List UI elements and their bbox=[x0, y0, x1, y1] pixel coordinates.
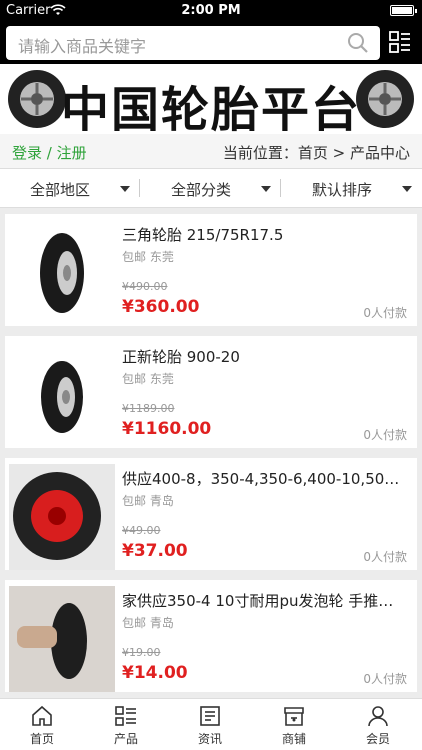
chevron-down-icon bbox=[120, 186, 130, 192]
tire-right-icon bbox=[354, 68, 416, 134]
divider bbox=[139, 179, 140, 197]
product-sales-count: 0人付款 bbox=[363, 550, 407, 564]
product-shipping-location: 包邮 东莞 bbox=[122, 372, 174, 386]
tab-news-label: 资讯 bbox=[197, 732, 222, 746]
tab-home[interactable]: 首页 bbox=[0, 699, 84, 750]
menu-grid-icon[interactable] bbox=[389, 31, 411, 57]
tab-member-label: 会员 bbox=[365, 732, 390, 746]
product-item[interactable]: 家供应350-4 10寸耐用pu发泡轮 手推车... 包邮 青岛 ¥19.00 … bbox=[5, 580, 417, 692]
product-price: ¥37.00 bbox=[122, 541, 188, 561]
filter-region-label: 全部地区 bbox=[29, 181, 90, 199]
filter-bar: 全部地区 全部分类 默认排序 bbox=[0, 168, 422, 208]
filter-category[interactable]: 全部分类 bbox=[141, 169, 281, 207]
tab-shop-label: 商铺 bbox=[281, 732, 306, 746]
battery-icon bbox=[390, 5, 417, 16]
product-list: 三角轮胎 215/75R17.5 包邮 东莞 ¥490.00 ¥360.00 0… bbox=[0, 208, 422, 698]
product-image bbox=[9, 220, 115, 326]
product-image bbox=[9, 586, 115, 692]
product-title: 三角轮胎 215/75R17.5 bbox=[122, 226, 284, 244]
tab-shop[interactable]: 商铺 bbox=[252, 699, 336, 750]
breadcrumb: 当前位置：首页 > 产品中心 bbox=[222, 144, 410, 162]
search-input[interactable]: 请输入商品关键字 bbox=[6, 26, 380, 60]
app-root: Carrier 2:00 PM 请输入商品关键字 中国轮胎平台 登录 / 注册 … bbox=[0, 0, 422, 750]
divider bbox=[280, 179, 281, 197]
product-list-icon bbox=[115, 705, 137, 731]
chevron-down-icon bbox=[402, 186, 412, 192]
product-shipping-location: 包邮 青岛 bbox=[122, 616, 174, 630]
product-item[interactable]: 三角轮胎 215/75R17.5 包邮 东莞 ¥490.00 ¥360.00 0… bbox=[5, 214, 417, 326]
banner: 中国轮胎平台 bbox=[0, 64, 422, 138]
product-title: 供应400-8，350-4,350-6,400-10,500-12... bbox=[122, 470, 407, 488]
tab-member[interactable]: 会员 bbox=[336, 699, 420, 750]
product-sales-count: 0人付款 bbox=[363, 428, 407, 442]
search-placeholder: 请输入商品关键字 bbox=[18, 37, 147, 56]
product-item[interactable]: 正新轮胎 900-20 包邮 东莞 ¥1189.00 ¥1160.00 0人付款 bbox=[5, 336, 417, 448]
filter-sort[interactable]: 默认排序 bbox=[282, 169, 422, 207]
tab-products[interactable]: 产品 bbox=[84, 699, 168, 750]
tab-products-label: 产品 bbox=[113, 732, 138, 746]
product-original-price: ¥1189.00 bbox=[122, 402, 175, 415]
search-icon[interactable] bbox=[346, 31, 370, 59]
tab-bar: 首页 产品 资讯 商铺 会员 bbox=[0, 698, 422, 750]
product-title: 家供应350-4 10寸耐用pu发泡轮 手推车... bbox=[122, 592, 407, 610]
product-price: ¥1160.00 bbox=[122, 419, 212, 439]
tab-news[interactable]: 资讯 bbox=[168, 699, 252, 750]
tab-home-label: 首页 bbox=[29, 732, 54, 746]
product-original-price: ¥490.00 bbox=[122, 280, 168, 293]
member-icon bbox=[367, 705, 389, 731]
news-icon bbox=[199, 705, 221, 731]
product-sales-count: 0人付款 bbox=[363, 672, 407, 686]
product-item[interactable]: 供应400-8，350-4,350-6,400-10,500-12... 包邮 … bbox=[5, 458, 417, 570]
shop-icon bbox=[283, 705, 305, 731]
filter-category-label: 全部分类 bbox=[170, 181, 231, 199]
product-shipping-location: 包邮 东莞 bbox=[122, 250, 174, 264]
product-image bbox=[9, 342, 115, 448]
login-register-link[interactable]: 登录 / 注册 bbox=[12, 142, 87, 163]
product-price: ¥14.00 bbox=[122, 663, 188, 683]
location-bar: 登录 / 注册 当前位置：首页 > 产品中心 bbox=[0, 134, 422, 168]
product-image bbox=[9, 464, 115, 570]
chevron-down-icon bbox=[261, 186, 271, 192]
product-original-price: ¥49.00 bbox=[122, 524, 161, 537]
filter-sort-label: 默认排序 bbox=[311, 181, 372, 199]
product-title: 正新轮胎 900-20 bbox=[122, 348, 240, 366]
home-icon bbox=[31, 705, 53, 731]
clock: 2:00 PM bbox=[181, 3, 241, 18]
product-price: ¥360.00 bbox=[122, 297, 200, 317]
header: Carrier 2:00 PM 请输入商品关键字 bbox=[0, 0, 422, 64]
filter-region[interactable]: 全部地区 bbox=[0, 169, 140, 207]
product-sales-count: 0人付款 bbox=[363, 306, 407, 320]
product-shipping-location: 包邮 青岛 bbox=[122, 494, 174, 508]
product-original-price: ¥19.00 bbox=[122, 646, 161, 659]
status-bar: Carrier 2:00 PM bbox=[0, 0, 422, 22]
